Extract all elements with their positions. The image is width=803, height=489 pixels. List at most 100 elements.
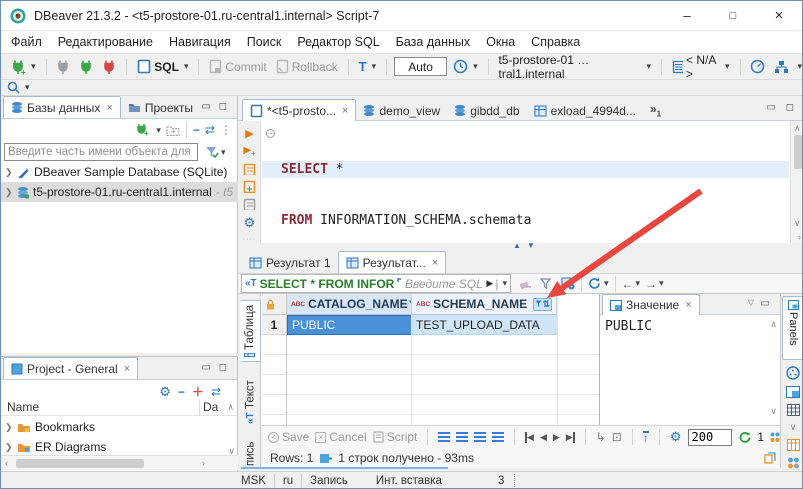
refresh-dropdown-icon[interactable]: ▾ bbox=[604, 278, 609, 289]
tab-result-2[interactable]: Результат... × bbox=[338, 251, 447, 273]
tab-result-1[interactable]: Результат 1 bbox=[242, 252, 338, 273]
navigator-new-dropdown-icon[interactable]: ▾ bbox=[156, 125, 161, 136]
tab-project-close-icon[interactable]: × bbox=[124, 363, 130, 375]
tab-text-presentation[interactable]: «T Текст bbox=[240, 376, 261, 424]
project-settings-gear-icon[interactable]: ⚙ bbox=[159, 384, 171, 400]
editor-results-splitter[interactable]: ▲ ▼ bbox=[239, 243, 803, 251]
project-expand-icon[interactable]: ＋ bbox=[192, 383, 204, 400]
tree-item-sample-database[interactable]: ❯ DBeaver Sample Database (SQLite) bbox=[1, 162, 238, 182]
code-line-1[interactable]: SELECT * bbox=[281, 161, 641, 178]
tab-record-presentation[interactable]: пись bbox=[240, 434, 261, 466]
project-hscrollbar[interactable]: ‹ › bbox=[1, 455, 238, 470]
toolbar-overflow-dropdown-icon[interactable]: ▾ bbox=[797, 61, 802, 72]
editor-scroll-up-icon[interactable]: ∧ bbox=[794, 123, 801, 134]
next-dropdown-icon[interactable]: ▾ bbox=[659, 278, 664, 289]
duplicate-row-icon[interactable] bbox=[474, 432, 486, 442]
splitter-up-icon[interactable]: ▲ bbox=[513, 241, 521, 250]
keyboard-language-indicator[interactable]: ru bbox=[283, 475, 293, 487]
menu-database[interactable]: База данных bbox=[388, 31, 478, 53]
maximize-button[interactable]: □ bbox=[710, 1, 756, 30]
previous-row-icon[interactable]: ◀ bbox=[540, 432, 547, 443]
cancel-button[interactable]: × Cancel bbox=[315, 430, 366, 444]
project-row-er-diagrams[interactable]: ❯ ER Diagrams bbox=[1, 437, 237, 457]
results-filter-input-box[interactable]: «T SELECT * FROM INFOR Введите SQL выраж… bbox=[241, 274, 511, 293]
execute-script-icon[interactable] bbox=[243, 163, 256, 175]
project-row-bookmarks[interactable]: ❯ Bookmarks bbox=[1, 417, 237, 437]
project-vscrollbar[interactable]: ∨ bbox=[225, 417, 235, 457]
expand-chevron-icon[interactable]: ❯ bbox=[5, 167, 13, 178]
value-scroll-up-icon[interactable]: ∧ bbox=[770, 319, 777, 330]
navigator-maximize-icon[interactable]: ◻ bbox=[219, 101, 229, 112]
new-folder-icon[interactable]: + bbox=[166, 125, 180, 136]
execute-script-new-icon[interactable]: + bbox=[243, 180, 256, 192]
editor-scroll-down-icon[interactable]: ∨ bbox=[794, 218, 801, 229]
disconnect-button[interactable] bbox=[99, 58, 119, 76]
project-scroll-up-icon[interactable]: ∧ bbox=[227, 402, 234, 413]
strip-scroll-down-icon[interactable]: ∨ bbox=[790, 422, 797, 433]
active-schema-combo[interactable]: < N/A > ▾ bbox=[669, 52, 733, 82]
save-filter-icon[interactable]: + bbox=[561, 277, 575, 290]
script-button[interactable]: Script bbox=[373, 430, 418, 444]
value-panel-content[interactable]: PUBLIC bbox=[605, 319, 652, 334]
results-settings-gear-icon[interactable]: ⚙ bbox=[670, 429, 682, 445]
execute-statement-icon[interactable]: ▶ bbox=[245, 127, 253, 140]
collapse-all-icon[interactable]: − bbox=[193, 123, 200, 137]
edit-row-icon[interactable] bbox=[438, 432, 450, 442]
sql-editor-dropdown-icon[interactable]: ▾ bbox=[184, 61, 189, 72]
filter-settings-icon[interactable] bbox=[205, 146, 219, 159]
eraser-icon[interactable] bbox=[519, 278, 532, 290]
delete-row-icon[interactable] bbox=[492, 432, 504, 442]
tab-grid-presentation[interactable]: Таблица bbox=[240, 300, 261, 362]
export-data-icon[interactable]: ↑ bbox=[643, 431, 649, 443]
value-panel-minimize-icon[interactable]: ▭ bbox=[761, 298, 772, 309]
tab-value[interactable]: Значение × bbox=[602, 294, 700, 315]
value-panel-menu-icon[interactable]: ▽ bbox=[748, 298, 754, 307]
tree-item-t5-connection[interactable]: ❯ t5-prostore-01.ru-central1.internal - … bbox=[1, 182, 238, 202]
refresh-results-icon[interactable] bbox=[588, 277, 602, 290]
next-page-icon[interactable]: → bbox=[645, 277, 657, 291]
navigator-menu-icon[interactable]: ⋮ bbox=[220, 123, 233, 137]
menu-edit[interactable]: Редактирование bbox=[50, 31, 161, 53]
menu-window[interactable]: Окна bbox=[478, 31, 523, 53]
column-header-schema-name[interactable]: ABC SCHEMA_NAME ⇅ bbox=[412, 294, 557, 315]
column-header-name[interactable]: Name bbox=[7, 400, 39, 414]
expand-filter-icon[interactable] bbox=[397, 278, 402, 289]
editor-vscrollbar[interactable]: ∧ ∨ bbox=[790, 121, 803, 243]
browse-circle-icon[interactable] bbox=[786, 366, 800, 380]
connection-dropdown-icon[interactable]: ▾ bbox=[647, 61, 652, 72]
tab-databases[interactable]: Базы данных × bbox=[3, 96, 121, 118]
editor-minimize-icon[interactable]: ▭ bbox=[767, 102, 778, 113]
tab-project-general[interactable]: Project - General × bbox=[3, 357, 138, 379]
tab-sql-script-close-icon[interactable]: × bbox=[342, 105, 348, 117]
expand-chevron-icon[interactable]: ❯ bbox=[5, 442, 13, 453]
schema-dropdown-icon[interactable]: ▾ bbox=[725, 61, 730, 72]
add-row-icon[interactable] bbox=[456, 432, 468, 442]
tab-value-close-icon[interactable]: × bbox=[685, 299, 691, 311]
connect-button[interactable] bbox=[53, 58, 73, 76]
insert-mode-indicator[interactable]: Инт. вставка bbox=[376, 475, 442, 487]
tab-result-2-close-icon[interactable]: × bbox=[432, 257, 438, 269]
new-connection-button[interactable]: + ▾ bbox=[7, 58, 39, 76]
object-filter-input[interactable] bbox=[4, 143, 198, 161]
previous-page-icon[interactable]: ← bbox=[622, 277, 634, 291]
first-row-icon[interactable]: ◀ bbox=[525, 432, 534, 443]
code-line-2[interactable]: FROM INFORMATION_SCHEMA.schemata bbox=[281, 212, 641, 229]
fold-marker-icon[interactable]: − bbox=[266, 129, 275, 138]
schema-filter-sort-icon[interactable]: ⇅ bbox=[533, 298, 552, 311]
fetch-all-icon[interactable]: ⊡ bbox=[612, 430, 622, 444]
filter-dropdown-icon[interactable]: ▾ bbox=[221, 147, 226, 158]
grid-corner-cell[interactable] bbox=[262, 294, 287, 315]
column-header-catalog-name[interactable]: ABC CATALOG_NAME ⇅ bbox=[287, 294, 412, 315]
commit-mode-combo[interactable]: Auto bbox=[394, 57, 447, 76]
side-toolbar-drag-dots[interactable]: ···· bbox=[243, 236, 256, 243]
filter-history-dropdown-icon[interactable]: ▾ bbox=[502, 278, 507, 289]
sql-editor-button[interactable]: SQL ▾ bbox=[134, 58, 191, 75]
expand-chevron-icon[interactable]: ❯ bbox=[5, 422, 13, 433]
value-view-icon[interactable] bbox=[786, 386, 800, 398]
transaction-dropdown-icon[interactable]: ▾ bbox=[372, 61, 377, 72]
expand-chevron-icon[interactable]: ❯ bbox=[5, 187, 13, 198]
dashboard-button[interactable] bbox=[747, 58, 768, 75]
search-icon[interactable] bbox=[7, 81, 20, 94]
tab-exload[interactable]: exload_4994d... bbox=[527, 100, 643, 121]
tab-databases-close-icon[interactable]: × bbox=[106, 102, 112, 114]
